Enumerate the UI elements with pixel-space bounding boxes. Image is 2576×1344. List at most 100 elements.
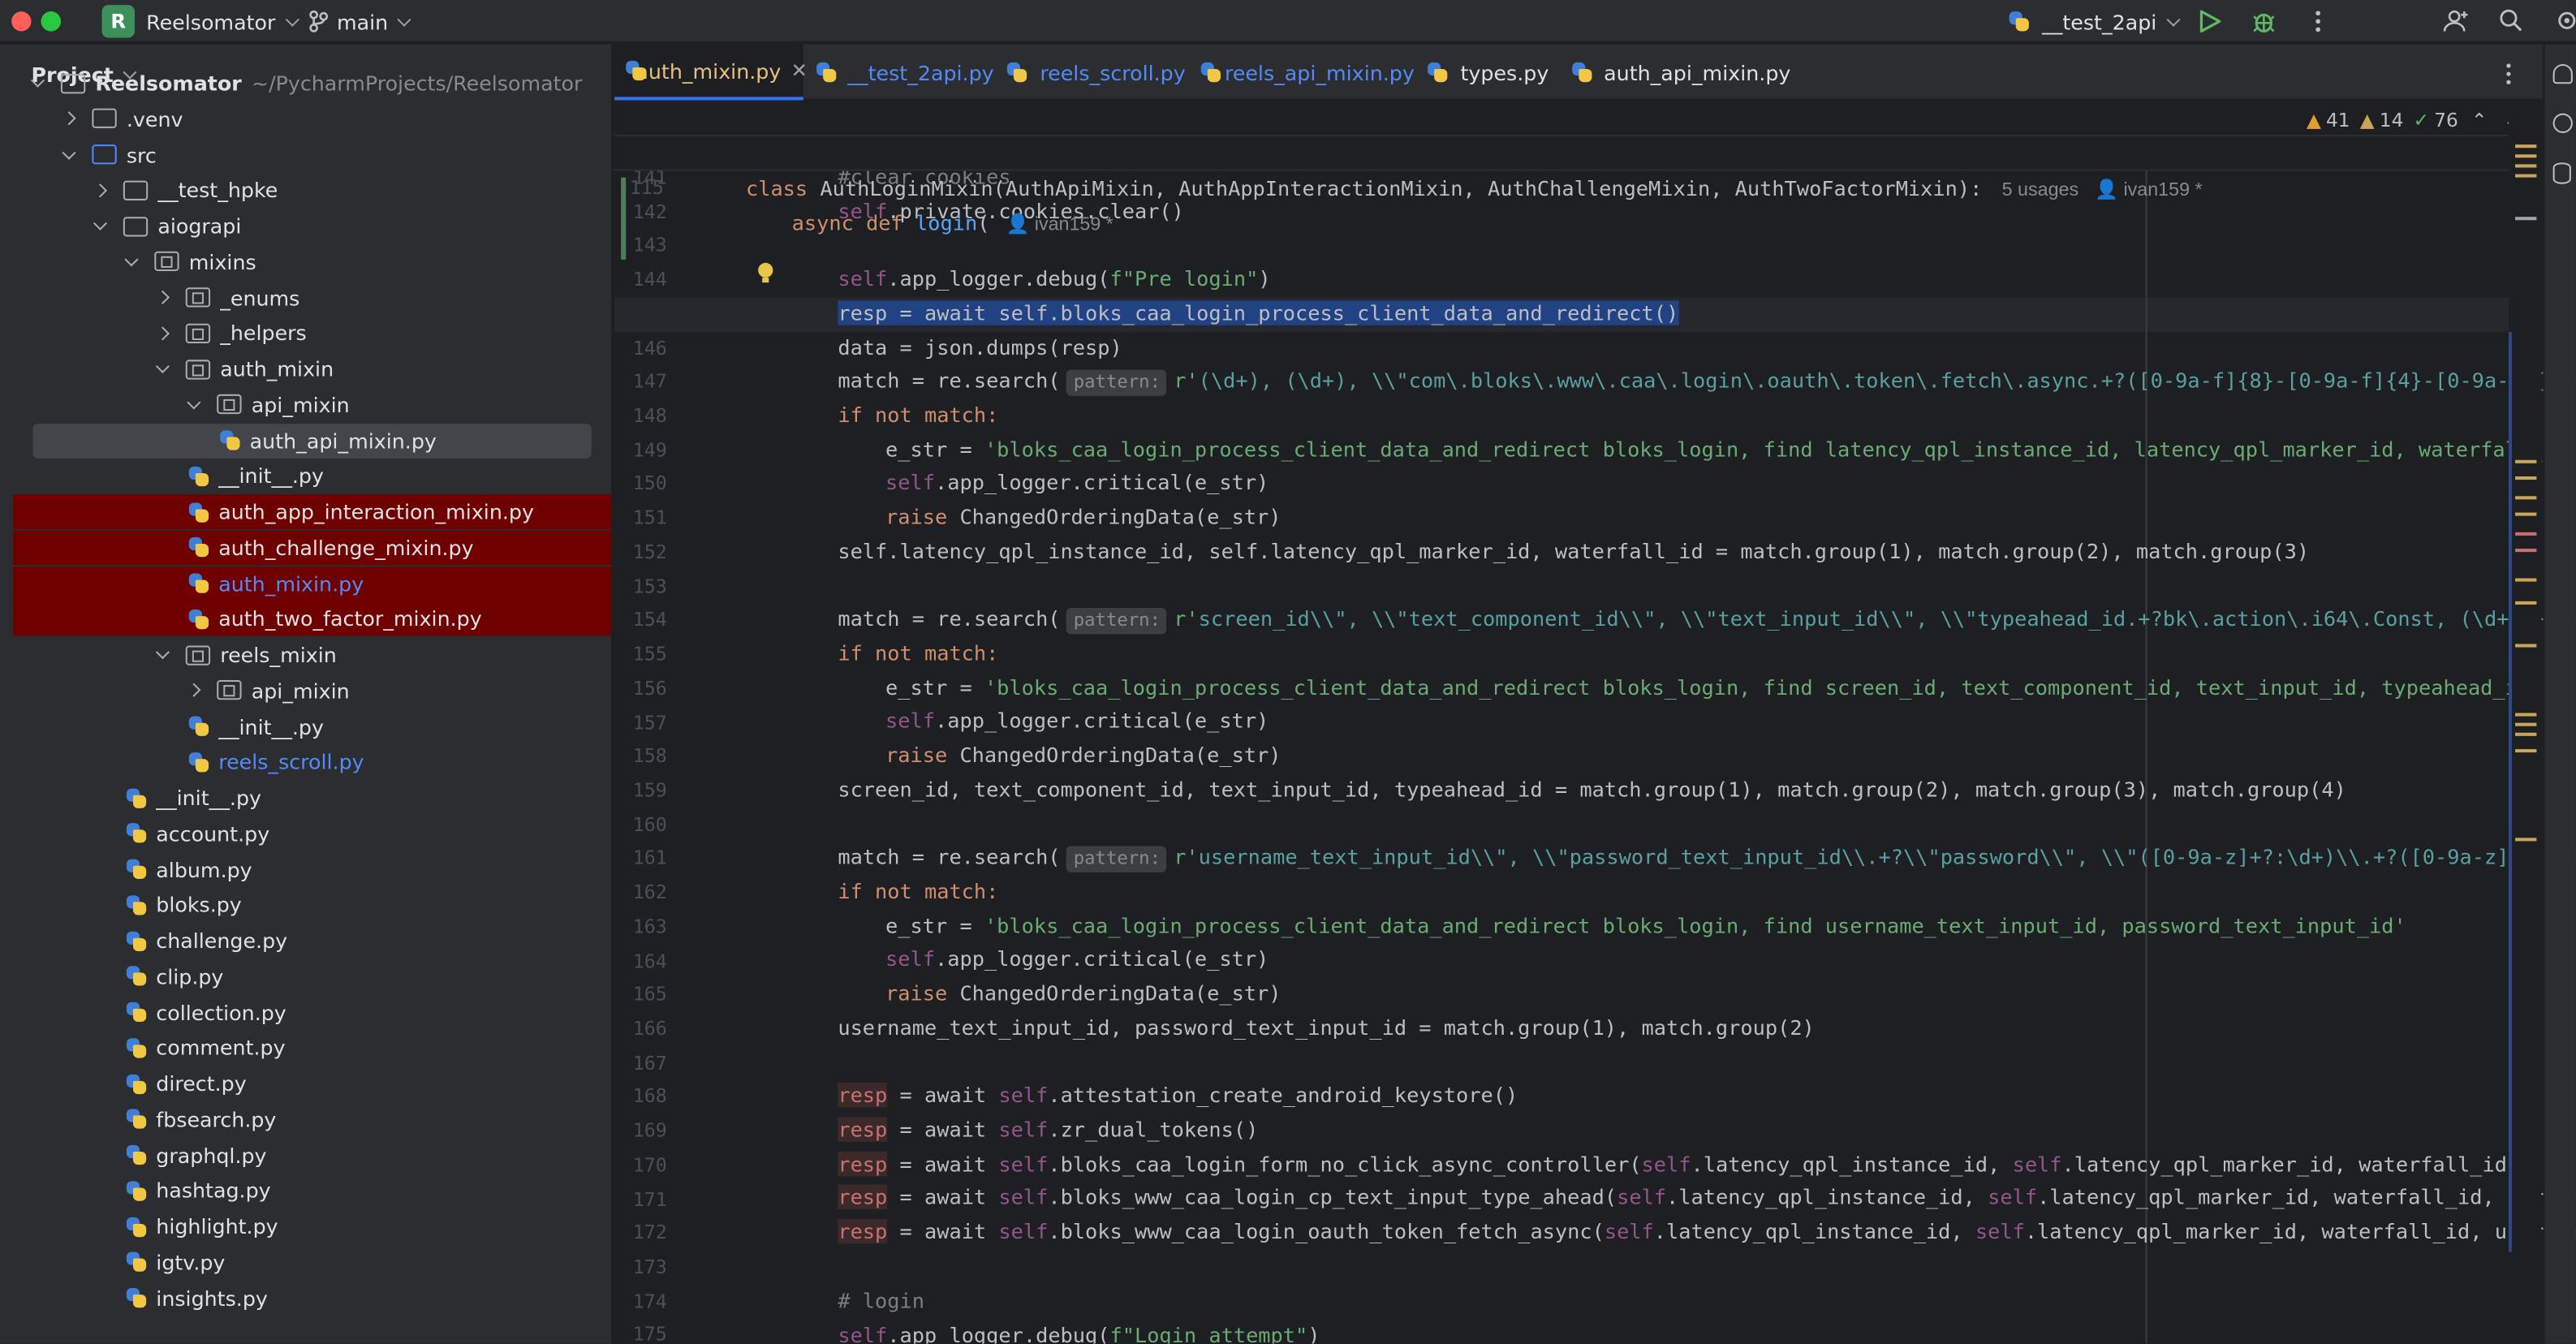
tab-types[interactable]: types.py <box>1416 45 1561 101</box>
zoom-window-button[interactable] <box>41 11 61 32</box>
tree-item-hashtag-py[interactable]: hashtag.py <box>13 1174 611 1208</box>
tree-item-auth-challenge-mixin-py[interactable]: auth_challenge_mixin.py <box>13 530 612 565</box>
scrollbar-thumb[interactable] <box>2508 331 2513 1252</box>
tree-item-graphql-py[interactable]: graphql.py <box>13 1138 611 1173</box>
branch-switcher[interactable]: main <box>309 5 420 37</box>
stripe-mark[interactable] <box>2515 644 2537 648</box>
search-icon[interactable] <box>2499 8 2523 32</box>
stripe-mark[interactable] <box>2515 174 2537 178</box>
chevron-right-icon[interactable] <box>154 325 170 341</box>
code-token: resp <box>838 1151 888 1177</box>
stripe-mark[interactable] <box>2515 549 2537 553</box>
stripe-mark[interactable] <box>2515 164 2537 168</box>
tab-test-2api[interactable]: __test_2api.py <box>805 45 994 101</box>
chevron-down-icon[interactable] <box>154 647 170 663</box>
code-token: self <box>1975 1218 2025 1244</box>
stripe-mark[interactable] <box>2515 749 2537 753</box>
tree-item-api-mixin[interactable]: api_mixin <box>13 673 611 708</box>
stripe-mark[interactable] <box>2515 154 2537 158</box>
tree-item-reelsomator[interactable]: Reelsomator ~/PycharmProjects/Reelsomator <box>13 66 611 101</box>
error-stripe[interactable] <box>2508 101 2542 1344</box>
tree-item-init-py[interactable]: __init__.py <box>13 459 611 493</box>
tree-item-label: account.py <box>156 821 270 846</box>
chevron-down-icon[interactable] <box>123 253 140 269</box>
ai-assistant-icon[interactable] <box>2552 113 2573 133</box>
stripe-mark[interactable] <box>2515 732 2537 736</box>
more-actions-icon[interactable] <box>2313 8 2323 34</box>
inspection-widget[interactable]: ▲41 ▲14 ✓76 ⌃⌄ <box>2306 106 2520 133</box>
tree-item-account-py[interactable]: account.py <box>13 816 611 851</box>
stripe-mark[interactable] <box>2515 838 2537 842</box>
sticky-line-class[interactable]: 35 class AuthLoginMixin(AuthApiMixin, Au… <box>614 101 2521 200</box>
tree-item-init-py[interactable]: __init__.py <box>13 780 611 815</box>
stripe-mark[interactable] <box>2515 601 2537 605</box>
tree-item-aiograpi[interactable]: aiograpi <box>13 209 611 243</box>
chevron-down-icon[interactable] <box>92 218 108 234</box>
tree-item-auth-api-mixin-py[interactable]: auth_api_mixin.py <box>32 423 592 458</box>
chevron-right-icon[interactable] <box>61 110 77 127</box>
tree-item-auth-mixin-py[interactable]: auth_mixin.py <box>13 566 612 601</box>
debug-icon[interactable] <box>2251 8 2277 34</box>
tree-item-test-hpke[interactable]: __test_hpke <box>13 173 611 208</box>
stripe-mark[interactable] <box>2515 144 2537 149</box>
tree-item-fbsearch-py[interactable]: fbsearch.py <box>13 1102 611 1137</box>
tab-reels-scroll[interactable]: reels_scroll.py <box>996 45 1190 101</box>
stripe-mark[interactable] <box>2515 578 2537 582</box>
tree-item-collection-py[interactable]: collection.py <box>13 995 611 1030</box>
stripe-mark[interactable] <box>2515 512 2537 516</box>
tree-item-auth-mixin[interactable]: auth_mixin <box>13 351 611 386</box>
chevron-right-icon[interactable] <box>92 182 108 198</box>
tab-reels-api-mixin[interactable]: reels_api_mixin.py <box>1190 45 1415 101</box>
database-icon[interactable] <box>2552 162 2571 184</box>
add-user-icon[interactable] <box>2443 8 2469 34</box>
tree-item-bloks-py[interactable]: bloks.py <box>13 888 611 923</box>
project-switcher[interactable]: R Reelsomator <box>101 5 307 38</box>
tree-item-reels-mixin[interactable]: reels_mixin <box>13 637 611 672</box>
tree-item-enums[interactable]: _enums <box>13 280 611 315</box>
tab-auth-api-mixin[interactable]: auth_api_mixin.py <box>1561 45 1790 101</box>
stripe-mark[interactable] <box>2515 532 2537 536</box>
tree-item-highlight-py[interactable]: highlight.py <box>13 1209 611 1244</box>
stripe-mark[interactable] <box>2515 722 2537 726</box>
tree-item-reels-scroll-py[interactable]: reels_scroll.py <box>13 744 611 779</box>
tree-item-challenge-py[interactable]: challenge.py <box>13 924 611 958</box>
tree-item-api-mixin[interactable]: api_mixin <box>13 387 611 422</box>
tab-auth-mixin[interactable]: auth_mixin.py ✕ <box>614 44 808 101</box>
stripe-mark[interactable] <box>2515 217 2537 221</box>
notifications-icon[interactable] <box>2552 63 2573 84</box>
chevron-right-icon[interactable] <box>186 683 202 699</box>
tree-item-src[interactable]: src <box>13 137 611 172</box>
sticky-line-function[interactable]: 115 async def login(👤 ivan159 * <box>614 136 2521 235</box>
run-icon[interactable] <box>2198 10 2221 33</box>
run-config-selector[interactable]: __test_2api <box>2008 5 2188 37</box>
tree-item-clip-py[interactable]: clip.py <box>13 959 611 994</box>
stripe-mark[interactable] <box>2515 496 2537 500</box>
line-number: 151 <box>632 506 667 530</box>
tree-item-venv[interactable]: .venv <box>13 101 611 136</box>
tree-item-direct-py[interactable]: direct.py <box>13 1066 611 1101</box>
tree-item-album-py[interactable]: album.py <box>13 852 611 887</box>
chevron-down-icon[interactable] <box>29 75 45 91</box>
tree-item-insights-py[interactable]: insights.py <box>13 1281 611 1316</box>
tree-item-init-py[interactable]: __init__.py <box>13 709 611 743</box>
more-tabs-icon[interactable] <box>2504 61 2514 87</box>
stripe-mark[interactable] <box>2515 713 2537 717</box>
close-window-button[interactable] <box>11 11 32 32</box>
usages-count[interactable]: 5 usages <box>2002 181 2079 200</box>
tree-item-igtv-py[interactable]: igtv.py <box>13 1245 611 1280</box>
settings-icon[interactable] <box>2555 8 2576 32</box>
tree-item-auth-two-factor-mixin-py[interactable]: auth_two_factor_mixin.py <box>13 601 612 636</box>
tree-item-mixins[interactable]: mixins <box>13 244 611 279</box>
code-area[interactable]: #clear cookies self.private.cookies.clea… <box>746 102 2576 1344</box>
chevron-down-icon[interactable] <box>186 396 202 412</box>
chevron-down-icon[interactable] <box>154 360 170 377</box>
tree-item-helpers[interactable]: _helpers <box>13 316 611 351</box>
chevron-up-icon[interactable]: ⌃ <box>2471 109 2488 131</box>
code-editor[interactable]: 1411421431441451461471481491501511521531… <box>614 101 2576 1344</box>
tree-item-auth-app-interaction-mixin-py[interactable]: auth_app_interaction_mixin.py <box>13 494 612 529</box>
tree-item-comment-py[interactable]: comment.py <box>13 1031 611 1066</box>
chevron-right-icon[interactable] <box>154 289 170 305</box>
stripe-mark[interactable] <box>2515 459 2537 463</box>
stripe-mark[interactable] <box>2515 476 2537 480</box>
chevron-down-icon[interactable] <box>61 146 77 162</box>
